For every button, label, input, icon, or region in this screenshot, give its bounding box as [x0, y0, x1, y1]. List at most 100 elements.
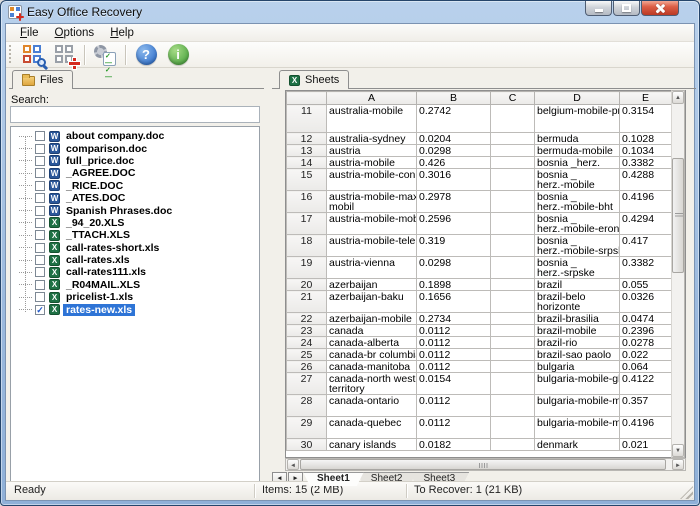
cell-b25: 0.0112	[417, 349, 491, 361]
minimize-button[interactable]	[585, 1, 612, 16]
tab-files[interactable]: Files	[12, 70, 73, 89]
vertical-scrollbar[interactable]: ▲ ▼	[671, 90, 685, 458]
file-checkbox[interactable]	[35, 280, 45, 290]
cell-b14: 0.426	[417, 157, 491, 169]
row-header: 25	[287, 349, 327, 361]
xls-file-icon: X	[49, 304, 60, 315]
recover-files-button[interactable]	[48, 43, 80, 67]
file-checkbox[interactable]	[35, 218, 45, 228]
file-item[interactable]: X_94_20.XLS	[11, 217, 259, 229]
file-item[interactable]: Wfull_price.doc	[11, 155, 259, 167]
cell-a14: austria-mobile	[327, 157, 417, 169]
open-files-button[interactable]	[16, 43, 48, 67]
file-checkbox[interactable]	[35, 193, 45, 203]
file-checkbox[interactable]	[35, 168, 45, 178]
file-checkbox[interactable]: ✓	[35, 305, 45, 315]
cell-e16: 0.4196	[620, 191, 672, 213]
cell-a22: azerbaijan-mobile	[327, 313, 417, 325]
file-checkbox[interactable]	[35, 156, 45, 166]
file-item[interactable]: Xcall-rates-short.xls	[11, 242, 259, 254]
file-item[interactable]: Xcall-rates111.xls	[11, 266, 259, 278]
file-item[interactable]: X_R04MAIL.XLS	[11, 279, 259, 291]
file-name: _ATES.DOC	[63, 192, 128, 204]
file-name: about company.doc	[63, 130, 167, 142]
column-header-e: E	[620, 92, 672, 105]
vertical-scroll-thumb[interactable]	[672, 158, 684, 273]
about-button[interactable]: i	[162, 43, 194, 67]
file-item[interactable]: ✓Xrates-new.xls	[11, 303, 259, 315]
tree-connector-icon	[19, 160, 32, 161]
file-checkbox[interactable]	[35, 206, 45, 216]
table-row: 26canada-manitoba0.0112bulgaria0.064	[287, 361, 672, 373]
file-item[interactable]: W_RICE.DOC	[11, 180, 259, 192]
search-label: Search:	[11, 94, 49, 106]
table-row: 22azerbaijan-mobile0.2734brazil-brasilia…	[287, 313, 672, 325]
column-header-b: B	[417, 92, 491, 105]
menu-help[interactable]: Help	[102, 26, 142, 40]
horizontal-scroll-thumb[interactable]	[300, 459, 666, 470]
tree-connector-icon	[19, 309, 32, 310]
cell-e17: 0.4294	[620, 213, 672, 235]
maximize-button[interactable]	[613, 1, 640, 16]
maximize-icon	[622, 4, 631, 12]
scroll-down-icon[interactable]: ▼	[672, 444, 684, 457]
cell-e26: 0.064	[620, 361, 672, 373]
row-header: 12	[287, 133, 327, 145]
tab-sheets[interactable]: X Sheets	[279, 70, 349, 89]
file-checkbox[interactable]	[35, 243, 45, 253]
cell-d22: brazil-brasilia	[535, 313, 620, 325]
row-header: 22	[287, 313, 327, 325]
file-checkbox[interactable]	[35, 292, 45, 302]
cell-d16: bosnia _ herz.-mobile-bht	[535, 191, 620, 213]
cell-c26	[491, 361, 535, 373]
file-item[interactable]: WSpanish Phrases.doc	[11, 204, 259, 216]
file-item[interactable]: Wabout company.doc	[11, 130, 259, 142]
cell-c23	[491, 325, 535, 337]
client-area: FileOptionsHelp ✓—✓— ?	[5, 23, 695, 501]
file-checkbox[interactable]	[35, 181, 45, 191]
file-checkbox[interactable]	[35, 131, 45, 141]
resize-grip-icon[interactable]	[680, 486, 693, 499]
file-checkbox[interactable]	[35, 230, 45, 240]
tree-connector-icon	[19, 210, 32, 211]
help-button[interactable]: ?	[130, 43, 162, 67]
scroll-left-icon[interactable]: ◄	[287, 459, 299, 470]
horizontal-scrollbar[interactable]: ◄ ►	[285, 458, 686, 471]
row-header: 26	[287, 361, 327, 373]
row-header: 16	[287, 191, 327, 213]
cell-a28: canada-ontario	[327, 395, 417, 417]
xls-file-icon: X	[49, 279, 60, 290]
search-input[interactable]	[10, 106, 260, 123]
row-header: 28	[287, 395, 327, 417]
sheet-tab-sheet1[interactable]: Sheet1	[303, 472, 364, 486]
xls-file-icon: X	[49, 242, 60, 253]
cell-a13: austria	[327, 145, 417, 157]
cell-d23: brazil-mobile	[535, 325, 620, 337]
options-button[interactable]: ✓—✓—	[89, 43, 121, 67]
file-item[interactable]: Xcall-rates.xls	[11, 254, 259, 266]
menu-options[interactable]: Options	[47, 26, 103, 40]
file-item[interactable]: Xpricelist-1.xls	[11, 291, 259, 303]
file-checkbox[interactable]	[35, 255, 45, 265]
cell-d11: belgium-mobile-prc	[535, 105, 620, 133]
menu-bar: FileOptionsHelp	[6, 24, 694, 42]
scroll-right-icon[interactable]: ►	[672, 459, 684, 470]
file-item[interactable]: Wcomparison.doc	[11, 142, 259, 154]
main-area: Files Search: Wabout company.docWcompari…	[6, 68, 694, 485]
file-tree[interactable]: Wabout company.docWcomparison.docWfull_p…	[10, 126, 260, 482]
file-item[interactable]: X_TTACH.XLS	[11, 229, 259, 241]
file-checkbox[interactable]	[35, 267, 45, 277]
scroll-up-icon[interactable]: ▲	[672, 91, 684, 104]
file-item[interactable]: W_ATES.DOC	[11, 192, 259, 204]
cell-c18	[491, 235, 535, 257]
menu-file[interactable]: File	[12, 26, 47, 40]
cell-a16: austria-mobile-max mobil	[327, 191, 417, 213]
row-header: 27	[287, 373, 327, 395]
close-button[interactable]	[641, 1, 679, 16]
tree-connector-icon	[19, 260, 32, 261]
file-checkbox[interactable]	[35, 144, 45, 154]
file-item[interactable]: W_AGREE.DOC	[11, 167, 259, 179]
title-bar[interactable]: Easy Office Recovery	[1, 1, 699, 23]
cell-d24: brazil-rio	[535, 337, 620, 349]
cell-b16: 0.2978	[417, 191, 491, 213]
